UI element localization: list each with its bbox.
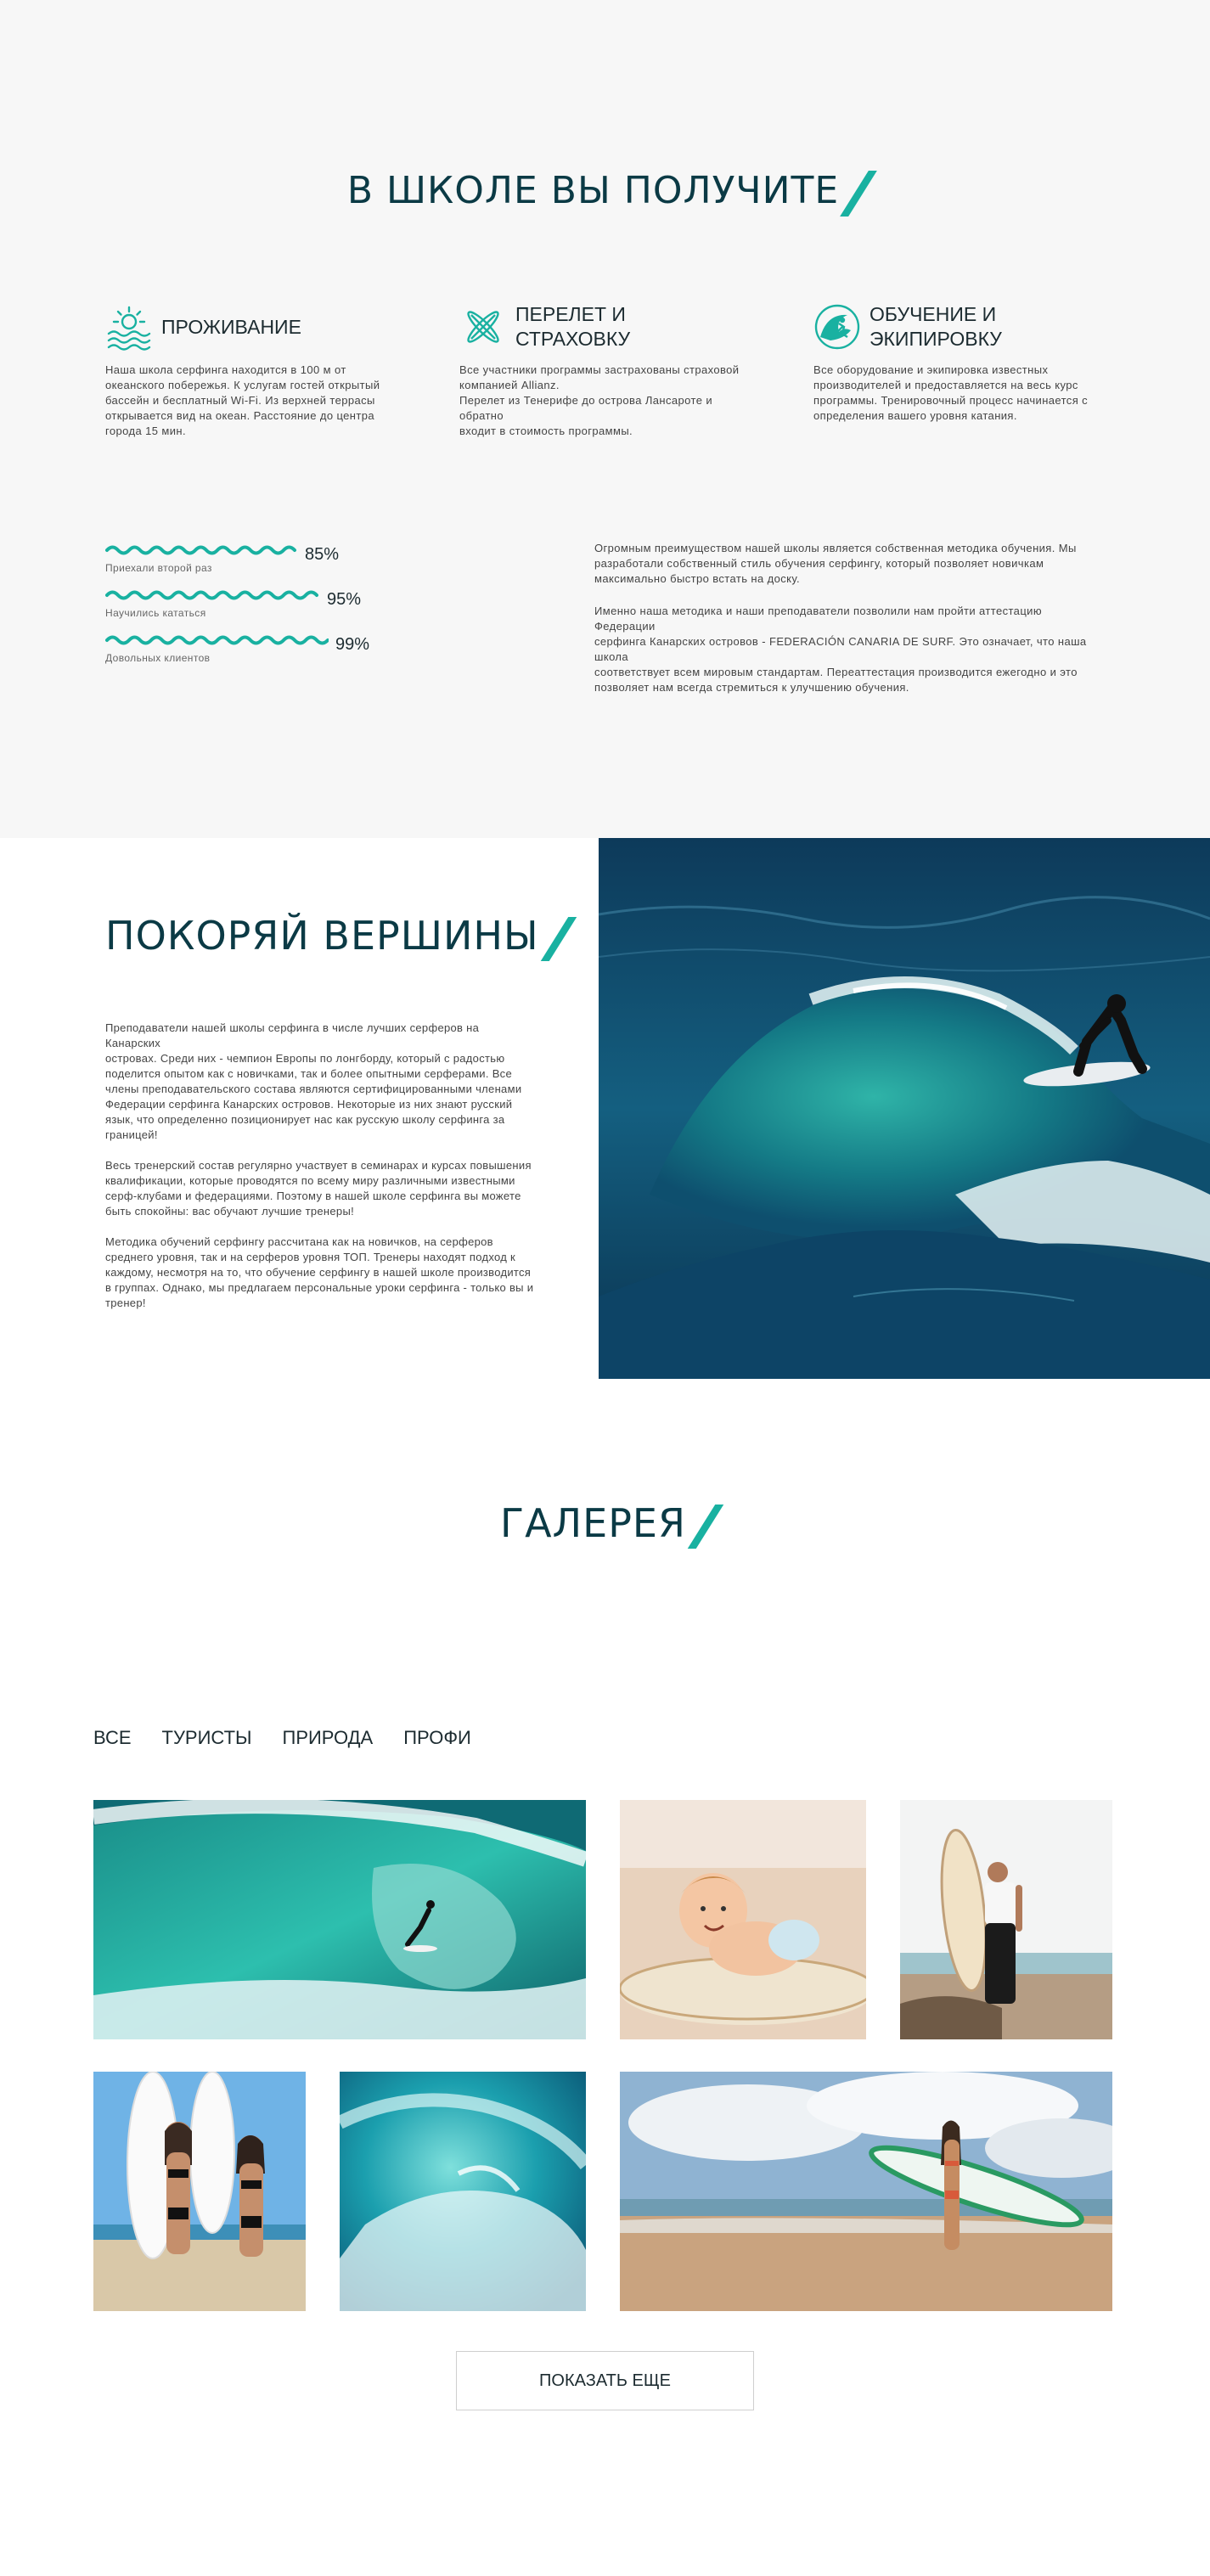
feature-accommodation: ПРОЖИВАНИЕ Наша школа серфинга находится… [105, 301, 394, 439]
surfer-wave-photo [599, 838, 1210, 1379]
wave-progress-bar [105, 545, 296, 555]
feature-text: Все оборудование и экипировка известных … [813, 363, 1089, 422]
filter-nature[interactable]: ПРИРОДА [283, 1727, 374, 1749]
coaches-paragraph: Методика обучений серфингу рассчитана ка… [105, 1235, 534, 1309]
benefits-section: В ШКОЛЕ ВЫ ПОЛУЧИТЕ ПРОЖИВАНИЕ Наша школ… [0, 0, 1210, 838]
stat-learned: 95% Научились кататься [105, 588, 428, 622]
stat-percent: 95% [327, 590, 362, 609]
gallery-photo-barrel-wave[interactable] [93, 1800, 586, 2039]
stat-percent: 99% [335, 635, 370, 654]
wave-progress-line [105, 590, 318, 600]
sun-waves-icon [105, 303, 153, 351]
filter-all[interactable]: ВСЕ [93, 1727, 132, 1749]
crossed-surfboards-icon [459, 303, 507, 351]
feature-text: Наша школа серфинга находится в 100 м от… [105, 363, 380, 437]
stat-satisfied: 99% Довольных клиентов [105, 633, 428, 667]
wave-progress-line [105, 635, 329, 645]
gallery-section: ГАЛЕРЕЯ ВСЕ ТУРИСТЫ ПРИРОДА ПРОФИ ПОКАЗА… [0, 1379, 1210, 2576]
stat-percent: 85% [305, 545, 340, 564]
wave-progress-bar [105, 590, 318, 600]
feature-title: ПРОЖИВАНИЕ [161, 315, 301, 338]
gallery-title: ГАЛЕРЕЯ [500, 1500, 686, 1546]
feature-flight-insurance: ПЕРЕЛЕТ И СТРАХОВКУ Все участники програ… [459, 301, 748, 439]
feature-title: ПЕРЕЛЕТ И СТРАХОВКУ [515, 303, 631, 350]
advantages-text: Огромным преимуществом нашей школы являе… [594, 541, 1104, 712]
advantages-paragraph: Огромным преимуществом нашей школы являе… [594, 542, 1077, 585]
stat-label: Довольных клиентов [105, 652, 211, 664]
show-more-button[interactable]: ПОКАЗАТЬ ЕЩЕ [456, 2351, 754, 2410]
surfer-wave-icon [813, 303, 861, 351]
wave-progress-line [105, 545, 296, 555]
feature-training-equipment: ОБУЧЕНИЕ И ЭКИПИРОВКУ Все оборудование и… [813, 301, 1102, 424]
coaches-section: ПОКОРЯЙ ВЕРШИНЫ Преподаватели нашей школ… [0, 838, 1210, 1379]
coaches-text: Преподаватели нашей школы серфинга в чис… [105, 1021, 534, 1326]
gallery-photo-girl-beach-board[interactable] [620, 2072, 1112, 2311]
filter-pro[interactable]: ПРОФИ [403, 1727, 471, 1749]
benefits-title-wrap: В ШКОЛЕ ВЫ ПОЛУЧИТЕ [0, 166, 1210, 217]
coaches-paragraph: Преподаватели нашей школы серфинга в чис… [105, 1021, 522, 1141]
advantages-paragraph: Именно наша методика и наши преподавател… [594, 605, 1087, 694]
coaches-title-wrap: ПОКОРЯЙ ВЕРШИНЫ [105, 910, 577, 961]
gallery-title-wrap: ГАЛЕРЕЯ [0, 1498, 1210, 1549]
stat-label: Научились кататься [105, 607, 206, 619]
title-accent-slash [840, 171, 878, 217]
wave-progress-bar [105, 635, 329, 645]
stat-returning: 85% Приехали второй раз [105, 543, 428, 577]
title-accent-slash [687, 1505, 724, 1549]
gallery-photo-wave-closeup[interactable] [340, 2072, 586, 2311]
coaches-paragraph: Весь тренерский состав регулярно участву… [105, 1159, 532, 1218]
title-accent-slash [540, 917, 577, 961]
gallery-photo-baby-board[interactable] [620, 1800, 866, 2039]
filter-tourists[interactable]: ТУРИСТЫ [162, 1727, 252, 1749]
feature-text: Все участники программы застрахованы стр… [459, 363, 740, 437]
benefits-title: В ШКОЛЕ ВЫ ПОЛУЧИТЕ [346, 169, 840, 212]
coaches-title: ПОКОРЯЙ ВЕРШИНЫ [105, 913, 539, 959]
gallery-filters: ВСЕ ТУРИСТЫ ПРИРОДА ПРОФИ [93, 1727, 471, 1749]
gallery-photo-surfer-standing[interactable] [900, 1800, 1112, 2039]
gallery-photo-two-girls-boards[interactable] [93, 2072, 306, 2311]
stat-label: Приехали второй раз [105, 562, 212, 574]
feature-title: ОБУЧЕНИЕ И ЭКИПИРОВКУ [870, 303, 1002, 350]
